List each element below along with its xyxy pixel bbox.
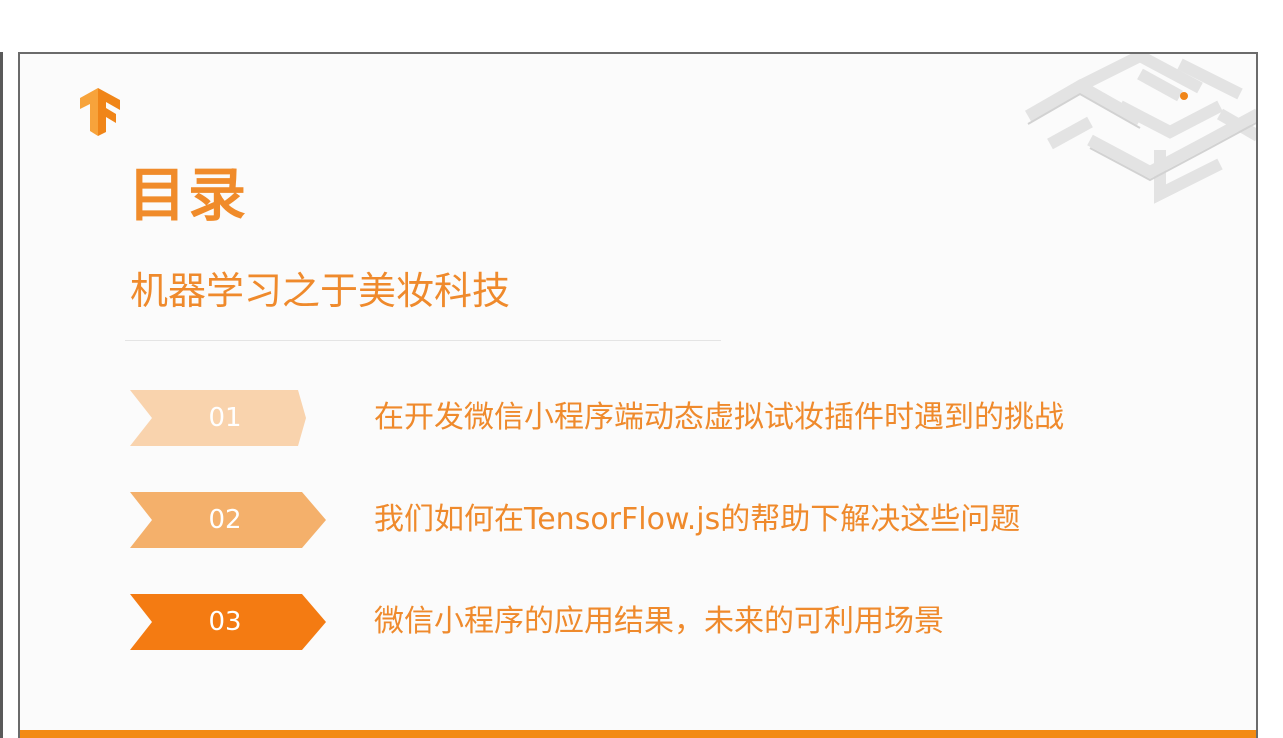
agenda-item-3: 03 微信小程序的应用结果，未来的可利用场景 [130,594,1230,650]
agenda-text: 微信小程序的应用结果，未来的可利用场景 [374,604,944,639]
page-subtitle: 机器学习之于美妆科技 [130,269,511,313]
agenda-text: 我们如何在TensorFlow.js的帮助下解决这些问题 [374,502,1021,537]
presentation-slide: 目录 机器学习之于美妆科技 01 在开发微信小程序端动态虚拟试妆插件时遇到的挑战… [18,52,1258,738]
agenda-item-1: 01 在开发微信小程序端动态虚拟试妆插件时遇到的挑战 [130,390,1230,446]
tensorflow-logo-icon [80,88,120,136]
screen: 目录 机器学习之于美妆科技 01 在开发微信小程序端动态虚拟试妆插件时遇到的挑战… [0,0,1283,738]
agenda-number: 03 [208,607,242,637]
agenda-number: 01 [208,403,242,433]
bottom-accent-bar [20,730,1256,738]
window-edge [0,52,3,738]
title-divider [125,340,721,341]
maze-decoration-icon [1025,54,1256,204]
agenda-item-2: 02 我们如何在TensorFlow.js的帮助下解决这些问题 [130,492,1230,548]
agenda-number: 02 [208,505,242,535]
agenda-text: 在开发微信小程序端动态虚拟试妆插件时遇到的挑战 [374,400,1064,435]
page-title: 目录 [128,161,249,229]
